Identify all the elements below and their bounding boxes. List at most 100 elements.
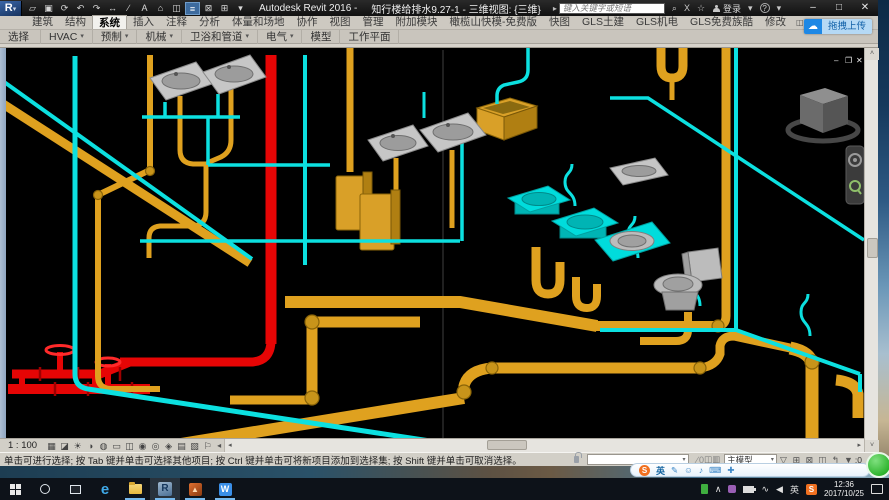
- tab-analyze[interactable]: 分析: [193, 15, 226, 29]
- tab-massing-site[interactable]: 体量和场地: [226, 15, 291, 29]
- aligned-dimension-icon[interactable]: ∕: [121, 2, 136, 15]
- measure-icon[interactable]: ↔: [105, 2, 120, 15]
- vertical-scroll-thumb[interactable]: [867, 238, 878, 258]
- open-icon[interactable]: ▱: [25, 2, 40, 15]
- lock-icon[interactable]: [574, 456, 579, 463]
- search-icon[interactable]: ⌕: [672, 3, 677, 14]
- panel-hvac[interactable]: HVAC▾: [41, 30, 93, 44]
- tab-systems[interactable]: 系统: [92, 15, 127, 29]
- tab-glsmod[interactable]: 橄榄山快模-免费版: [444, 15, 544, 29]
- render-icon[interactable]: ◍: [97, 440, 110, 452]
- search-input[interactable]: [559, 3, 665, 14]
- redo-icon[interactable]: ↷: [89, 2, 104, 15]
- taskbar-clock[interactable]: 12:36 2017/10/25: [824, 480, 864, 498]
- tab-kuaitu[interactable]: 快图: [543, 15, 576, 29]
- worksharing-display-icon[interactable]: ▤: [175, 440, 188, 452]
- maximize-button[interactable]: □: [826, 1, 852, 16]
- favorites-star-icon[interactable]: ☆: [697, 3, 705, 14]
- tab-insert[interactable]: 插入: [127, 15, 160, 29]
- start-button[interactable]: [0, 478, 30, 500]
- view-window-controls[interactable]: – ❐ ✕: [834, 56, 863, 65]
- usb-device-icon[interactable]: [701, 484, 708, 494]
- scroll-up-icon[interactable]: ˄: [865, 48, 879, 60]
- default-3d-view-icon[interactable]: ⌂: [153, 2, 168, 15]
- panel-mechanical[interactable]: 机械▾: [137, 30, 182, 44]
- qat-customize-icon[interactable]: ▾: [233, 2, 248, 15]
- section-icon[interactable]: ◫: [169, 2, 184, 15]
- exchange-apps-icon[interactable]: X: [684, 3, 690, 13]
- tray-app-icon[interactable]: [728, 485, 736, 493]
- tab-architecture[interactable]: 建筑: [26, 15, 59, 29]
- temporary-hide-isolate-icon[interactable]: ◎: [149, 440, 162, 452]
- view-scale-label[interactable]: 1 : 100: [0, 440, 45, 451]
- panel-model[interactable]: 模型: [302, 30, 340, 44]
- scroll-down-icon[interactable]: ˅: [865, 440, 879, 452]
- minimize-button[interactable]: –: [800, 1, 826, 16]
- temporary-view-properties-icon[interactable]: ▧: [188, 440, 201, 452]
- horizontal-scrollbar[interactable]: ◂ ▸: [224, 439, 864, 453]
- tab-gls-civil[interactable]: GLS土建: [576, 15, 630, 29]
- taskbar-file-explorer[interactable]: [120, 478, 150, 500]
- tab-modify[interactable]: 修改: [759, 15, 792, 29]
- sogou-input-toolbar[interactable]: S 英 ✎ ☺ ♪ ⌨ ✚: [630, 463, 870, 477]
- task-view-button[interactable]: [60, 478, 90, 500]
- reveal-hidden-elements-icon[interactable]: ◈: [162, 440, 175, 452]
- thin-lines-icon[interactable]: ≡: [185, 2, 200, 15]
- action-center-icon[interactable]: [871, 484, 883, 494]
- shadows-icon[interactable]: ◑: [84, 440, 97, 452]
- user-icon[interactable]: [713, 5, 720, 12]
- close-button[interactable]: ✕: [852, 1, 878, 16]
- vertical-scrollbar[interactable]: ˄ ˅: [864, 48, 878, 452]
- network-icon[interactable]: ∿: [761, 484, 769, 495]
- lock-3d-view-icon[interactable]: ◉: [136, 440, 149, 452]
- tab-collaborate[interactable]: 协作: [291, 15, 324, 29]
- volume-icon[interactable]: ◀: [776, 484, 783, 495]
- taskbar-edge[interactable]: e: [90, 478, 120, 500]
- undo-icon[interactable]: ↶: [73, 2, 88, 15]
- detail-level-icon[interactable]: ▦: [45, 440, 58, 452]
- panel-plumbing[interactable]: 卫浴和管道▾: [182, 30, 258, 44]
- input-language-indicator[interactable]: 英: [790, 483, 799, 496]
- cortana-button[interactable]: [30, 478, 60, 500]
- sign-in-arrow-icon[interactable]: ▾: [748, 3, 753, 14]
- panel-work-plane[interactable]: 工作平面: [340, 30, 399, 44]
- scroll-right-icon[interactable]: ▸: [857, 440, 861, 452]
- drag-upload-button[interactable]: ☁ 拖拽上传: [804, 19, 872, 34]
- taskbar-cad-app[interactable]: ▲: [180, 478, 210, 500]
- text-icon[interactable]: A: [137, 2, 152, 15]
- sogou-tray-icon[interactable]: S: [806, 484, 817, 495]
- help-icon[interactable]: ?: [760, 3, 770, 13]
- help-arrow-icon[interactable]: ▾: [777, 3, 782, 14]
- reveal-constraints-icon[interactable]: ⚐: [201, 440, 214, 452]
- input-language-toggle[interactable]: 英: [656, 464, 665, 477]
- application-menu-button[interactable]: R▾: [0, 1, 22, 16]
- sogou-logo-icon[interactable]: S: [639, 465, 650, 476]
- switch-windows-icon[interactable]: ⊞: [217, 2, 232, 15]
- sync-icon[interactable]: ⟳: [57, 2, 72, 15]
- tab-annotate[interactable]: 注释: [160, 15, 193, 29]
- infocenter-collapse-icon[interactable]: ▸: [553, 4, 557, 13]
- scroll-left-icon[interactable]: ◂: [228, 440, 232, 452]
- viewbar-collapse-icon[interactable]: ◂: [214, 441, 224, 450]
- tab-addins[interactable]: 附加模块: [390, 15, 444, 29]
- soft-keyboard-icon[interactable]: ⌨: [709, 465, 721, 476]
- handwriting-icon[interactable]: ✎: [671, 465, 678, 476]
- panel-select[interactable]: 选择: [0, 30, 41, 44]
- horizontal-scroll-thumb[interactable]: [487, 440, 527, 450]
- taskbar-wps[interactable]: W: [210, 478, 240, 500]
- sun-path-icon[interactable]: ☀: [71, 440, 84, 452]
- security-float-ball[interactable]: [866, 452, 889, 478]
- panel-fabrication[interactable]: 预制▾: [93, 30, 138, 44]
- show-crop-region-icon[interactable]: ◫: [123, 440, 136, 452]
- save-icon[interactable]: ▣: [41, 2, 56, 15]
- tab-structure[interactable]: 结构: [59, 15, 92, 29]
- show-hidden-icons-caret[interactable]: ∧: [715, 484, 722, 495]
- tab-manage[interactable]: 管理: [357, 15, 390, 29]
- taskbar-revit[interactable]: R: [150, 478, 180, 500]
- visual-style-icon[interactable]: ◪: [58, 440, 71, 452]
- tab-gls-family[interactable]: GLS免费族酷: [684, 15, 759, 29]
- tab-gls-mep[interactable]: GLS机电: [630, 15, 684, 29]
- emoji-icon[interactable]: ☺: [684, 465, 693, 475]
- battery-icon[interactable]: [743, 486, 754, 493]
- sign-in-label[interactable]: 登录: [723, 2, 741, 15]
